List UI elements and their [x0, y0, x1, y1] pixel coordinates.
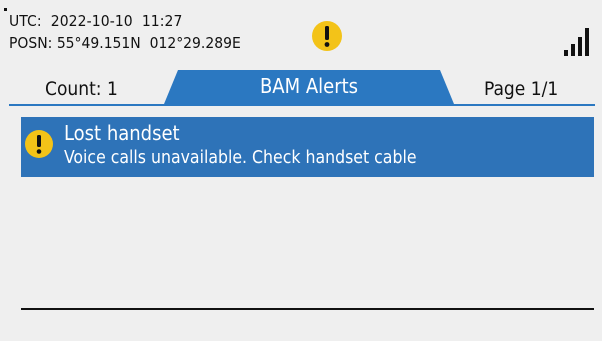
tab-title: BAM Alerts: [259, 74, 359, 98]
warning-icon: [25, 130, 53, 158]
tab-bam-alerts[interactable]: BAM Alerts: [164, 70, 454, 104]
alert-list-item[interactable]: Lost handset Voice calls unavailable. Ch…: [21, 117, 594, 177]
alert-title: Lost handset: [64, 121, 180, 145]
tab-underline: [9, 104, 595, 106]
utc-time: UTC: 2022-10-10 11:27: [9, 12, 183, 30]
corner-indicator: [4, 8, 7, 11]
page-indicator: Page 1/1: [484, 78, 559, 100]
divider: [21, 308, 594, 310]
warning-icon: [312, 21, 342, 51]
alert-message: Voice calls unavailable. Check handset c…: [64, 148, 417, 168]
signal-strength-icon: [564, 28, 589, 56]
position-readout: POSN: 55°49.151N 012°29.289E: [9, 34, 241, 52]
alert-count: Count: 1: [45, 78, 118, 100]
